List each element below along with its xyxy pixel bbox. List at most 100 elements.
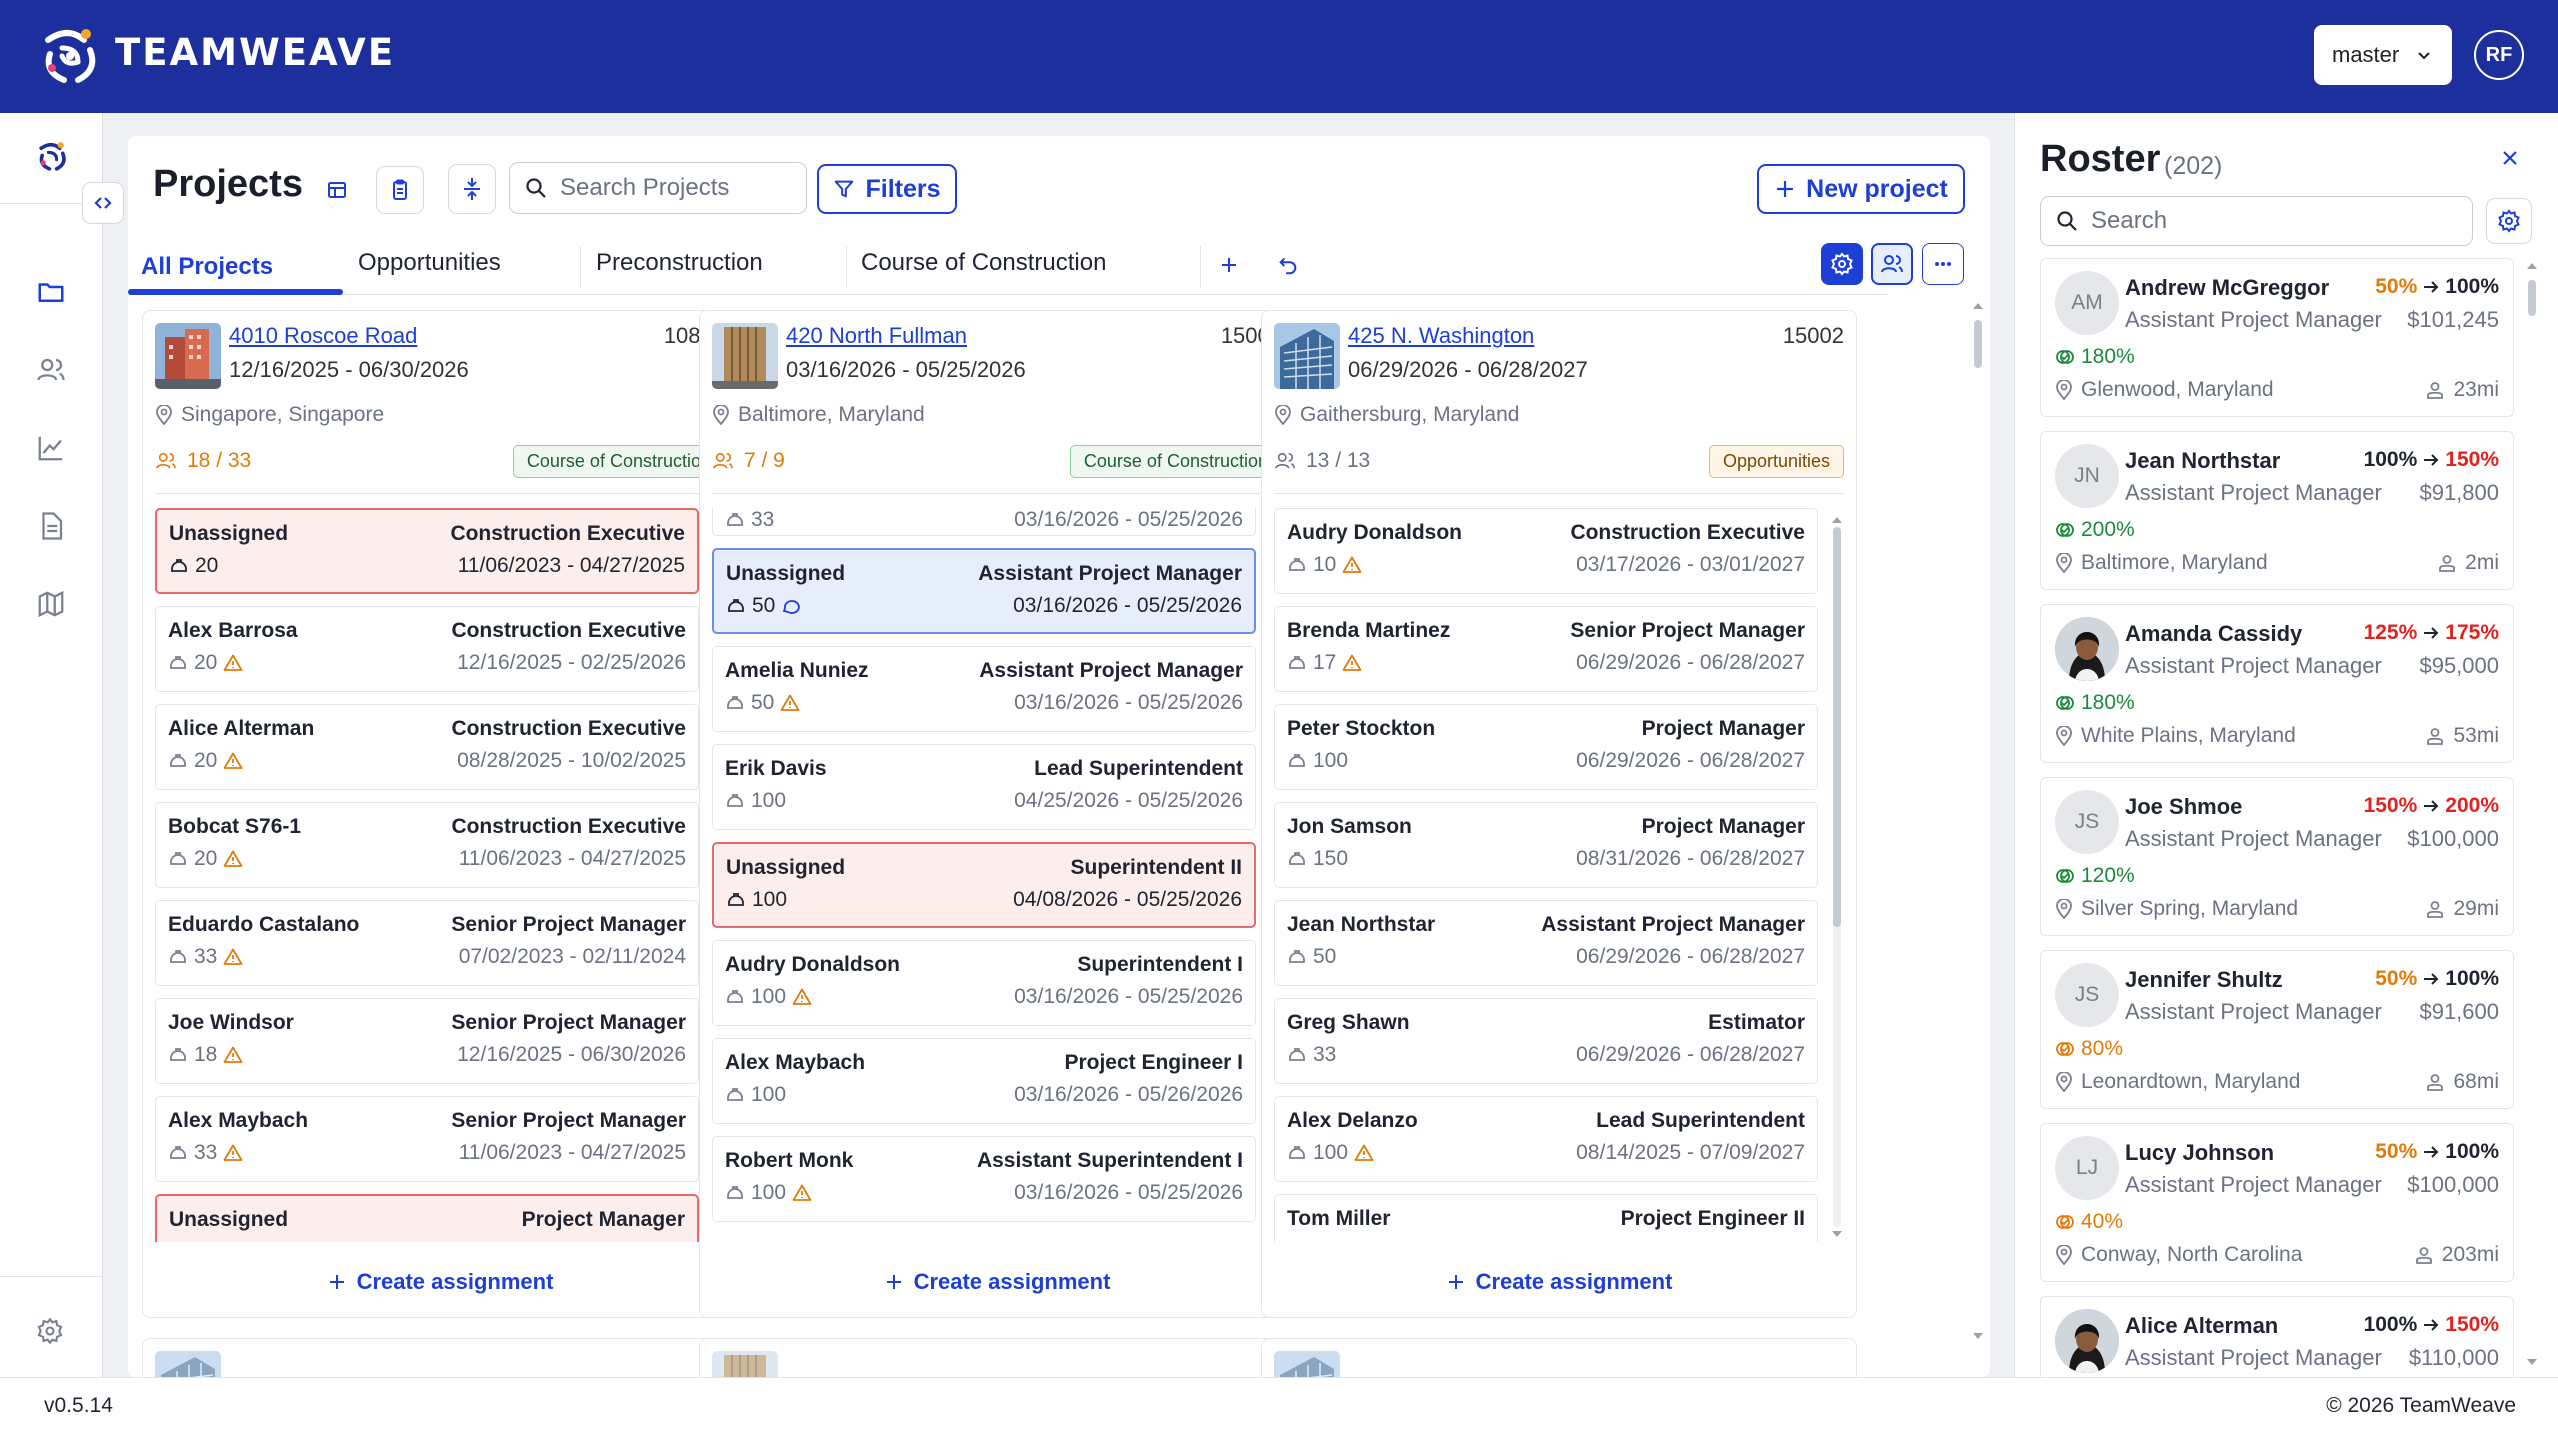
assignment-row[interactable]: Alice Alterman Construction Executive 20 08… (155, 704, 699, 790)
people-view-button[interactable] (1871, 243, 1913, 285)
roster-settings-button[interactable] (2486, 198, 2532, 244)
board-view-button[interactable] (376, 166, 424, 214)
project-card-peek[interactable] (1261, 1338, 1857, 1378)
assignment-row[interactable]: Alex Barrosa Construction Executive 20 12/1… (155, 606, 699, 692)
chart-icon[interactable] (36, 433, 66, 463)
helmet-icon (168, 1045, 188, 1065)
project-card-peek[interactable] (699, 1338, 1295, 1378)
collapse-expand-button[interactable] (448, 164, 496, 214)
roster-scrollbar[interactable] (2524, 258, 2540, 1377)
assignment-row[interactable]: Joe Windsor Senior Project Manager 18 12/16… (155, 998, 699, 1084)
search-projects-input[interactable] (560, 174, 800, 202)
project-name-link[interactable]: 425 N. Washington (1348, 323, 1534, 349)
filters-label: Filters (865, 174, 941, 203)
assignment-row[interactable]: Jon Samson Project Manager 150 08/31/2026 -… (1274, 802, 1818, 888)
assignment-row[interactable]: Audry Donaldson Superintendent I 100 03/16/… (712, 940, 1256, 1026)
assignment-row[interactable]: Unassigned Project Manager (155, 1194, 699, 1242)
roster-card[interactable]: LJ Lucy Johnson Assistant Project Manager 5… (2040, 1123, 2514, 1282)
close-icon[interactable] (2500, 148, 2520, 168)
user-avatar[interactable]: RF (2474, 30, 2524, 80)
assignment-row[interactable]: Tom Miller Project Engineer II (1274, 1194, 1818, 1242)
add-tab-button[interactable] (1208, 244, 1250, 286)
assignment-row[interactable]: Alex Delanzo Lead Superintendent 100 08/14/… (1274, 1096, 1818, 1182)
assignment-row[interactable]: Peter Stockton Project Manager 100 06/29/20… (1274, 704, 1818, 790)
staffing-text: 13 / 13 (1306, 449, 1371, 472)
assignment-dates: 11/06/2023 - 04/27/2025 (457, 554, 685, 577)
folder-icon[interactable] (36, 277, 66, 307)
allocation-change: 125% 175% (2364, 621, 2499, 645)
create-assignment-button[interactable]: Create assignment (143, 1257, 737, 1307)
teamweave-small-logo-icon[interactable] (36, 139, 70, 173)
assignment-row[interactable]: Eduardo Castalano Senior Project Manager 3… (155, 900, 699, 986)
filters-button[interactable]: Filters (817, 164, 957, 214)
assignment-row[interactable]: Amelia Nuniez Assistant Project Manager 50… (712, 646, 1256, 732)
new-project-button[interactable]: New project (1757, 164, 1965, 214)
helmet-icon (168, 653, 188, 673)
roster-card[interactable]: JS Jennifer Shultz Assistant Project Manag… (2040, 950, 2514, 1109)
roster-card[interactable]: JS Joe Shmoe Assistant Project Manager 150%… (2040, 777, 2514, 936)
map-icon[interactable] (36, 589, 66, 619)
arrows-collapse-icon (460, 176, 484, 202)
project-name-link[interactable]: 420 North Fullman (786, 323, 967, 349)
roster-role: Assistant Project Manager (2125, 480, 2382, 505)
project-name-link[interactable]: 4010 Roscoe Road (229, 323, 417, 349)
assignment-row[interactable]: Robert Monk Assistant Superintendent I 100… (712, 1136, 1256, 1222)
assignment-value-text: 100 (751, 1083, 787, 1106)
project-thumbnail[interactable] (155, 323, 221, 389)
tab-course-of-construction[interactable]: Course of Construction (861, 248, 1106, 294)
projects-scrollbar[interactable] (1970, 298, 1986, 1348)
utilization-text: 180% (2081, 345, 2135, 368)
assignment-row[interactable]: Erik Davis Lead Superintendent 100 04/25/20… (712, 744, 1256, 830)
assignment-row[interactable]: Audry Donaldson Construction Executive 10 0… (1274, 508, 1818, 594)
roster-search-box[interactable] (2040, 196, 2473, 246)
scrollbar-thumb[interactable] (1974, 320, 1982, 368)
sidebar-collapse-button[interactable] (82, 182, 124, 224)
project-thumbnail[interactable] (1274, 323, 1340, 389)
people-icon[interactable] (36, 355, 66, 385)
helmet-icon (168, 1143, 188, 1163)
scrollbar-thumb[interactable] (2528, 280, 2536, 316)
teamweave-logo-icon[interactable] (38, 22, 104, 88)
undo-button[interactable] (1267, 244, 1309, 286)
assignment-row[interactable]: Brenda Martinez Senior Project Manager 17 0… (1274, 606, 1818, 692)
roster-role: Assistant Project Manager (2125, 653, 2382, 678)
branch-selector[interactable]: master (2314, 25, 2452, 85)
page-title: Projects (153, 163, 303, 205)
utilization-text: 180% (2081, 691, 2135, 714)
roster-card[interactable]: Alice Alterman Assistant Project Manager 1… (2040, 1296, 2514, 1377)
allocation-change: 150% 200% (2364, 794, 2499, 818)
scrollbar-thumb[interactable] (1833, 527, 1841, 927)
comment-icon[interactable] (781, 596, 801, 616)
search-projects-box[interactable] (509, 162, 807, 214)
tab-opportunities[interactable]: Opportunities (358, 248, 501, 294)
roster-card[interactable]: AM Andrew McGreggor Assistant Project Mana… (2040, 258, 2514, 417)
project-card-peek[interactable] (142, 1338, 738, 1378)
assignment-row[interactable]: Unassigned Assistant Project Manager 50 03/… (712, 548, 1256, 634)
roster-card[interactable]: Amanda Cassidy Assistant Project Manager 1… (2040, 604, 2514, 763)
assignment-row[interactable]: Unassigned Construction Executive 20 11/06/… (155, 508, 699, 594)
create-assignment-button[interactable]: Create assignment (1262, 1257, 1856, 1307)
tab-preconstruction[interactable]: Preconstruction (596, 248, 763, 294)
assignment-row[interactable]: Bobcat S76-1 Construction Executive 20 11/0… (155, 802, 699, 888)
assignment-row[interactable]: Greg Shawn Estimator 33 06/29/2026 - 06/28/… (1274, 998, 1818, 1084)
document-icon[interactable] (36, 511, 66, 541)
assignment-scrollbar[interactable] (1830, 513, 1844, 1241)
assignment-dates: 04/08/2026 - 05/25/2026 (1013, 888, 1242, 911)
settings-gear-icon[interactable] (36, 1317, 64, 1345)
roster-location: Leonardtown, Maryland (2055, 1070, 2300, 1094)
branch-label: master (2332, 42, 2400, 67)
assignment-row[interactable]: Alex Maybach Senior Project Manager 33 11/0… (155, 1096, 699, 1182)
more-options-button[interactable] (1922, 243, 1964, 285)
table-view-button[interactable] (313, 166, 361, 214)
assignment-value: 33 (168, 945, 243, 969)
assignment-role: Senior Project Manager (1570, 619, 1805, 642)
assignment-row[interactable]: Jean Northstar Assistant Project Manager 5… (1274, 900, 1818, 986)
roster-search-input[interactable] (2091, 207, 2451, 235)
create-assignment-button[interactable]: Create assignment (700, 1257, 1294, 1307)
assignment-row[interactable]: 33 03/16/2026 - 05/25/2026 (712, 508, 1256, 536)
project-thumbnail[interactable] (712, 323, 778, 389)
roster-card[interactable]: JN Jean Northstar Assistant Project Manage… (2040, 431, 2514, 590)
settings-view-button[interactable] (1821, 243, 1863, 285)
assignment-row[interactable]: Alex Maybach Project Engineer I 100 03/16/2… (712, 1038, 1256, 1124)
assignment-row[interactable]: Unassigned Superintendent II 100 04/08/2026… (712, 842, 1256, 928)
